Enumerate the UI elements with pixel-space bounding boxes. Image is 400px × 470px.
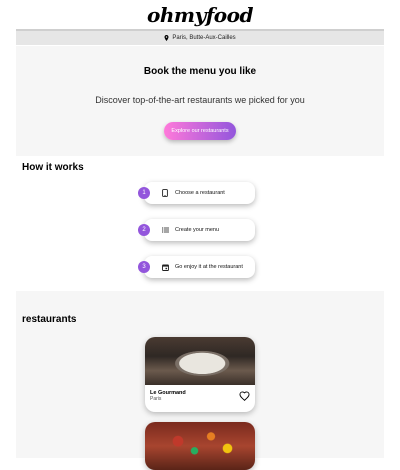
hero-subtitle: Discover top-of-the-art restaurants we p… — [95, 95, 305, 105]
location-bar: Paris, Butte-Aux-Cailles — [16, 29, 384, 45]
hero-section: Book the menu you like Discover top-of-t… — [16, 46, 384, 156]
list-icon — [160, 227, 170, 233]
step-number: 2 — [138, 224, 150, 236]
hero-title: Book the menu you like — [143, 66, 257, 77]
header: ohmyfood — [0, 0, 400, 28]
logo[interactable]: ohmyfood — [147, 3, 253, 27]
step-label: Go enjoy it at the restaurant — [175, 264, 243, 270]
step-number: 1 — [138, 187, 150, 199]
phone-icon — [160, 189, 170, 197]
map-pin-icon — [164, 35, 169, 41]
heart-icon[interactable] — [239, 391, 250, 401]
step-choose-restaurant[interactable]: 1 Choose a restaurant — [138, 182, 255, 204]
restaurant-image[interactable] — [145, 337, 255, 385]
step-label: Create your menu — [175, 227, 220, 233]
step-create-menu[interactable]: 2 Create your menu — [138, 219, 255, 241]
location-text: Paris, Butte-Aux-Cailles — [172, 35, 236, 41]
how-it-works-title: How it works — [22, 162, 84, 173]
explore-restaurants-button[interactable]: Explore our restaurants — [164, 122, 236, 140]
calendar-icon — [160, 264, 170, 271]
restaurant-image[interactable] — [145, 422, 255, 470]
restaurant-card[interactable] — [145, 422, 255, 470]
restaurant-card[interactable]: Le Gourmand Paris — [145, 337, 255, 412]
restaurants-title: restaurants — [22, 314, 77, 325]
step-number: 3 — [138, 261, 150, 273]
restaurant-info: Le Gourmand Paris — [145, 385, 255, 412]
step-enjoy-restaurant[interactable]: 3 Go enjoy it at the restaurant — [138, 256, 255, 278]
restaurant-city: Paris — [150, 396, 162, 402]
step-label: Choose a restaurant — [175, 190, 225, 196]
